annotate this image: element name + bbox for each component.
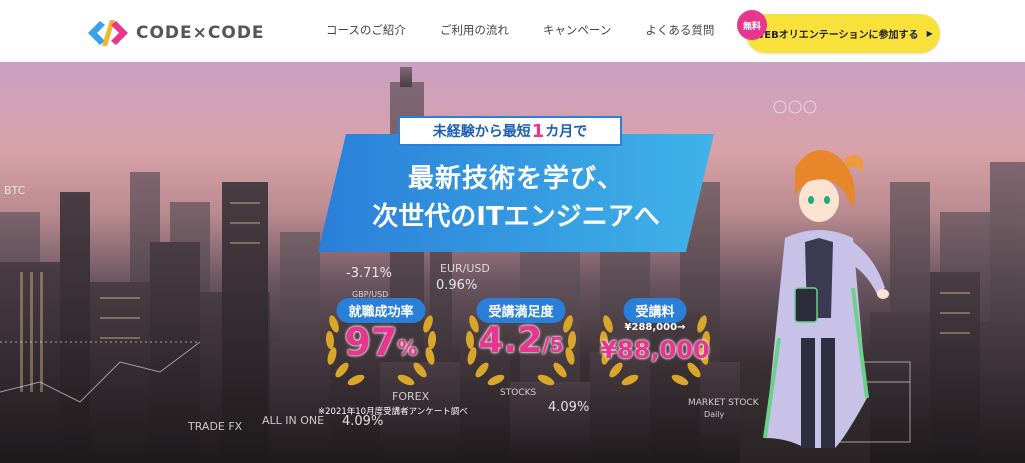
ticker-text: 4.09% <box>548 400 590 415</box>
subtitle-highlight: 1 <box>531 120 545 142</box>
stat-number: ¥88,000 <box>600 336 710 364</box>
guide-character-illustration <box>763 150 889 448</box>
hero-section: -3.71% 0.96% EUR/USD FOREX TRADE FX ALL … <box>0 62 1025 463</box>
stat-tuition: 受講料 ¥288,000→ ¥88,000 <box>590 284 720 394</box>
survey-note: ※2021年10月度受講者アンケート調べ <box>318 407 468 417</box>
logo-text: CODE×CODE <box>136 23 265 43</box>
web-orientation-button[interactable]: WEBオリエンテーションに参加する ▶ <box>746 14 940 53</box>
subtitle-prefix: 未経験から最短 <box>432 124 531 140</box>
cta-label: WEBオリエンテーションに参加する <box>753 30 919 41</box>
stat-label: 受講料 <box>623 298 687 323</box>
nav-campaign[interactable]: キャンペーン <box>543 22 611 38</box>
stat-satisfaction: 受講満足度 4.2/5 <box>456 284 586 394</box>
ticker-text: -3.71% <box>346 266 392 281</box>
stat-value: 4.2/5 <box>456 320 586 361</box>
code-logo-icon <box>88 20 128 46</box>
stat-suffix: /5 <box>542 333 564 357</box>
stat-number: 4.2 <box>478 320 543 361</box>
stat-value: 97% <box>316 320 446 364</box>
site-header: CODE×CODE コースのご紹介 ご利用の流れ キャンペーン よくある質問 W… <box>0 0 1025 62</box>
hero-subtitle: 未経験から最短 1 カ月で <box>398 116 622 146</box>
hero-title-banner: 最新技術を学び、 次世代のITエンジニアへ <box>318 134 714 252</box>
stat-suffix: % <box>397 336 418 360</box>
nav-faq[interactable]: よくある質問 <box>645 22 714 38</box>
site-logo[interactable]: CODE×CODE <box>86 16 296 50</box>
play-arrow-icon: ▶ <box>926 29 933 38</box>
old-price: ¥288,000→ <box>624 322 686 333</box>
ticker-text: BTC <box>4 184 26 197</box>
nav-flow[interactable]: ご利用の流れ <box>440 22 509 38</box>
free-badge: 無料 <box>737 10 767 40</box>
stat-employment-rate: 就職成功率 97% <box>316 284 446 394</box>
ticker-text: TRADE FX <box>188 420 243 433</box>
ticker-text: EUR/USD <box>440 262 490 275</box>
ticker-text: Daily <box>704 410 725 419</box>
main-nav: コースのご紹介 ご利用の流れ キャンペーン よくある質問 <box>326 22 748 38</box>
stat-number: 97 <box>344 320 398 364</box>
ticker-text: ALL IN ONE <box>262 414 325 427</box>
stat-value: ¥88,000 <box>590 336 720 364</box>
hero-title-line2: 次世代のITエンジニアへ <box>372 202 660 232</box>
nav-courses[interactable]: コースのご紹介 <box>326 22 406 38</box>
subtitle-suffix: カ月で <box>545 124 588 140</box>
hero-title-line1: 最新技術を学び、 <box>407 164 624 194</box>
